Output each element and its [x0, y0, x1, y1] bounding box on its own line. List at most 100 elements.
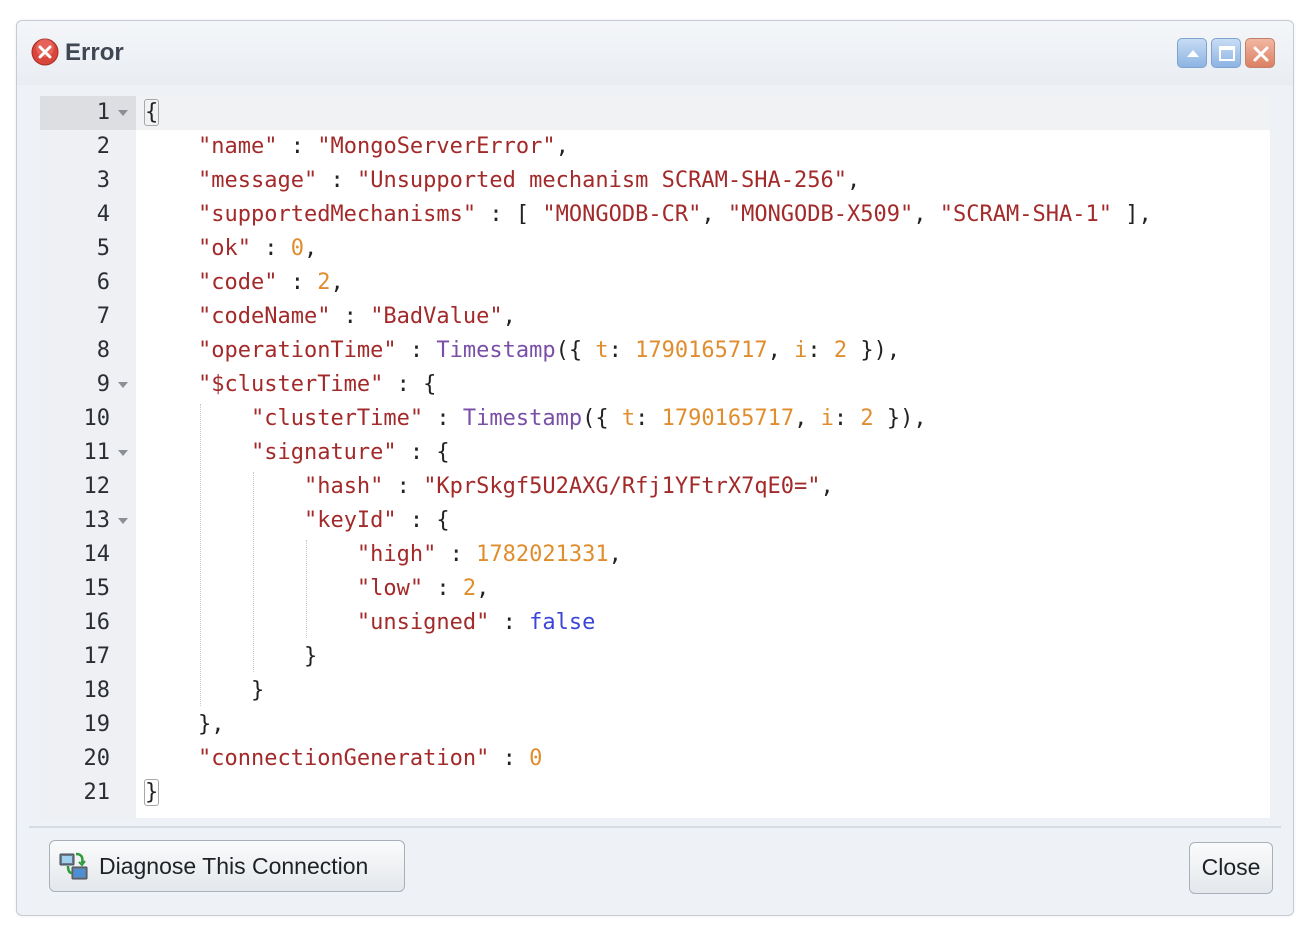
line-number-gutter: 1 2 3 4 5 6 7 8 9 10 11 12 13 14 15 16 17 18 19 20 21 [40, 96, 136, 818]
code-token: "hash" [303, 474, 384, 499]
fold-arrow-icon[interactable] [118, 382, 128, 388]
line-number: 9 [96, 372, 110, 397]
code-token: "Unsupported mechanism SCRAM-SHA-256" [356, 168, 848, 193]
code-token: "operationTime" [197, 338, 397, 363]
fold-arrow-icon[interactable] [118, 110, 128, 116]
code-token: : { [396, 440, 450, 465]
code-token: "KprSkgf5U2AXG/Rfj1YFtrX7qE0=" [423, 474, 821, 499]
code-token: Timestamp [462, 406, 583, 431]
title-bar[interactable]: Error [17, 21, 1293, 85]
code-token: { [143, 99, 160, 126]
code-token: : { [396, 508, 450, 533]
code-token: : [277, 270, 318, 295]
code-token: false [529, 610, 596, 635]
close-button[interactable]: Close [1189, 842, 1273, 894]
footer-divider [29, 826, 1281, 828]
code-token: ({ [582, 406, 622, 431]
line-number: 6 [96, 270, 110, 295]
line-number: 20 [83, 746, 111, 771]
code-token: i [794, 338, 808, 363]
code-token: }, [145, 712, 225, 737]
code-token: "BadValue" [370, 304, 503, 329]
code-token: : [317, 168, 357, 193]
code-token: : [423, 406, 463, 431]
line-number: 11 [83, 440, 111, 465]
code-token: "message" [197, 168, 318, 193]
code-token: 0 [529, 746, 543, 771]
code-token: , [303, 236, 318, 261]
code-token: "MongoServerError" [317, 134, 556, 159]
code-token: 1790165717 [661, 406, 795, 431]
code-token: : [ [476, 202, 543, 227]
code-token: t [595, 338, 609, 363]
line-number: 7 [96, 304, 110, 329]
code-token: "low" [356, 576, 424, 601]
code-line: }, [145, 708, 225, 742]
code-token: "high" [356, 542, 437, 567]
code-token: , [476, 576, 490, 601]
code-token: : { [383, 372, 437, 397]
json-code-editor[interactable]: 1 2 3 4 5 6 7 8 9 10 11 12 13 14 15 16 17 18 19 20 21 { "nam… [40, 96, 1270, 818]
code-token: } [145, 678, 265, 703]
code-token: : [436, 542, 477, 567]
line-number: 10 [83, 406, 111, 431]
line-number: 19 [83, 712, 111, 737]
close-window-button[interactable] [1245, 38, 1275, 68]
code-token: , [608, 542, 622, 567]
code-token: "SCRAM-SHA-1" [939, 202, 1112, 227]
fold-arrow-icon[interactable] [118, 450, 128, 456]
code-token: 0 [290, 236, 304, 261]
code-line: "name" : "MongoServerError", [145, 130, 569, 164]
code-line: "code" : 2, [145, 266, 344, 300]
diagnose-connection-button[interactable]: Diagnose This Connection [49, 840, 405, 892]
line-number: 3 [96, 168, 110, 193]
code-token: }), [873, 406, 927, 431]
diagnose-connection-label: Diagnose This Connection [99, 853, 369, 879]
code-token: : [383, 474, 424, 499]
code-token: "supportedMechanisms" [197, 202, 477, 227]
code-token: , [330, 270, 344, 295]
maximize-icon [1219, 46, 1235, 61]
code-token: : [635, 406, 662, 431]
code-token: , [794, 406, 821, 431]
code-token: , [701, 202, 728, 227]
code-token: : [489, 746, 530, 771]
line-number: 13 [83, 508, 111, 533]
code-line: "connectionGeneration" : 0 [145, 742, 542, 776]
collapse-button[interactable] [1177, 38, 1207, 68]
code-token: : [250, 236, 291, 261]
code-token: "connectionGeneration" [197, 746, 490, 771]
code-token: : [277, 134, 318, 159]
code-token: "keyId" [303, 508, 397, 533]
code-token: 2 [833, 338, 848, 363]
code-token: : [807, 338, 834, 363]
code-token: 2 [462, 576, 477, 601]
code-line: "high" : 1782021331, [145, 538, 622, 572]
line-number: 14 [83, 542, 111, 567]
code-token: : [608, 338, 636, 363]
code-line: "clusterTime" : Timestamp({ t: 179016571… [145, 402, 927, 436]
line-number: 4 [96, 202, 110, 227]
code-token: } [143, 779, 160, 806]
maximize-button[interactable] [1211, 38, 1241, 68]
code-line: "ok" : 0, [145, 232, 317, 266]
code-token: 2 [317, 270, 331, 295]
code-line: "codeName" : "BadValue", [145, 300, 516, 334]
code-token: : [330, 304, 371, 329]
code-token: "codeName" [197, 304, 331, 329]
collapse-icon [1187, 50, 1199, 57]
fold-arrow-icon[interactable] [118, 518, 128, 524]
code-token: "name" [197, 134, 278, 159]
code-token: , [767, 338, 795, 363]
